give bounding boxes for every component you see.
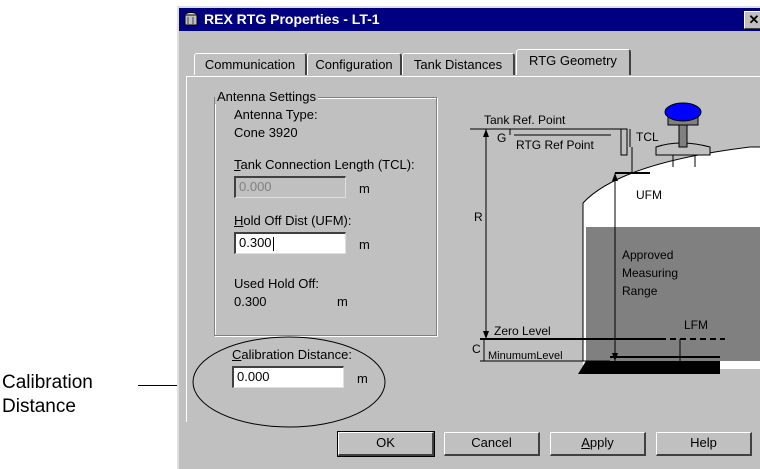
tab-tank-distances-label: Tank Distances	[413, 57, 503, 72]
range-label-3: Range	[622, 284, 658, 298]
tab-configuration-label: Configuration	[315, 57, 393, 72]
tab-tank-distances[interactable]: Tank Distances	[402, 53, 515, 75]
nozzle	[620, 128, 628, 156]
text-cursor	[272, 236, 274, 251]
apply-button-label: pply	[589, 435, 614, 450]
ufm-label-mnemonic: H	[234, 213, 244, 228]
callout-line-1: Calibration	[2, 372, 93, 393]
lfm-label: LFM	[684, 318, 708, 332]
tab-configuration[interactable]: Configuration	[307, 53, 402, 75]
ufm-label-rest: old Off Dist (UFM):	[243, 213, 352, 228]
used-hold-off-value: 0.300	[234, 294, 267, 309]
range-label-2: Measuring	[622, 266, 678, 280]
tab-communication-label: Communication	[204, 57, 296, 72]
hold-off-dist-value: 0.300	[239, 235, 272, 250]
help-button[interactable]: Help	[656, 432, 752, 456]
callout-label: Calibration Distance	[2, 371, 93, 419]
ok-button-label: OK	[376, 435, 395, 450]
tank-ref-point-label: Tank Ref. Point	[484, 113, 566, 127]
tcl-label: Tank Connection Length (TCL):	[234, 157, 415, 173]
zero-level-label: Zero Level	[494, 324, 551, 338]
tcl-field[interactable]: 0.000	[234, 176, 346, 198]
help-button-label: Help	[690, 435, 717, 450]
calibration-highlight-ellipse	[192, 336, 386, 428]
close-button[interactable]: ✕	[744, 11, 760, 29]
range-arrow-top	[612, 173, 618, 181]
tank-bottom	[578, 361, 720, 374]
tcl-label-rest: ank Connection Length (TCL):	[240, 157, 415, 172]
c-label: C	[472, 342, 481, 356]
min-level-label: MinumumLevel	[488, 350, 563, 362]
ok-button[interactable]: OK	[337, 431, 435, 457]
apply-button-mnemonic: A	[581, 435, 590, 450]
ufm-unit: m	[359, 237, 370, 252]
tcl-label-diagram: TCL	[636, 130, 659, 144]
rtg-geometry-diagram: Tank Ref. Point G RTG Ref Point TCL UFM …	[470, 102, 760, 374]
g-label: G	[497, 131, 506, 145]
hold-off-dist-field[interactable]: 0.300	[234, 232, 346, 254]
title-bar[interactable]: REX RTG Properties - LT-1 ✕	[179, 8, 760, 31]
apply-button[interactable]: Apply	[550, 432, 646, 456]
tab-rtg-geometry[interactable]: RTG Geometry	[516, 49, 631, 75]
tcl-field-value: 0.000	[239, 179, 272, 194]
antenna-settings-heading: Antenna Settings	[215, 89, 319, 104]
used-hold-off-unit: m	[337, 294, 348, 309]
tank-app-icon	[184, 12, 198, 26]
range-label-1: Approved	[622, 248, 673, 262]
antenna-type-value: Cone 3920	[234, 125, 298, 140]
r-arrow-top	[483, 129, 489, 137]
window-title: REX RTG Properties - LT-1	[204, 11, 380, 27]
used-hold-off-label: Used Hold Off:	[234, 276, 320, 291]
callout-leader-line	[138, 385, 178, 386]
close-icon: ✕	[748, 12, 760, 27]
tab-communication[interactable]: Communication	[194, 53, 307, 75]
r-label: R	[474, 210, 483, 224]
tcl-unit: m	[359, 181, 370, 196]
ufm-label-diagram: UFM	[636, 188, 662, 202]
callout-line-2: Distance	[2, 396, 76, 417]
cancel-button-label: Cancel	[471, 435, 512, 450]
ufm-label: Hold Off Dist (UFM):	[234, 213, 352, 229]
properties-dialog: REX RTG Properties - LT-1 ✕ Communicatio…	[177, 6, 760, 469]
antenna-type-label: Antenna Type:	[234, 107, 318, 122]
gauge-head	[664, 102, 702, 122]
cancel-button[interactable]: Cancel	[444, 432, 540, 456]
rtg-ref-point-label: RTG Ref Point	[516, 138, 594, 152]
tab-rtg-geometry-label: RTG Geometry	[529, 53, 617, 68]
r-arrow-bottom	[483, 331, 489, 339]
